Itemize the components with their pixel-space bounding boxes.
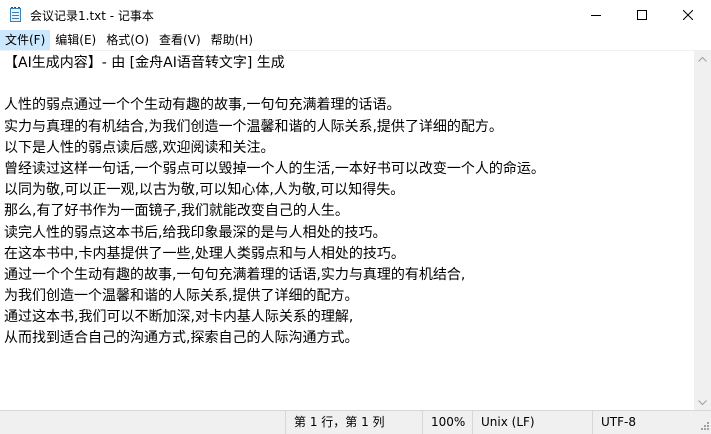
text-line: 以同为敬,可以正一观,以古为敬,可以知心体,人为敬,可以知得失。 [4,182,405,199]
document-text: 【AI生成内容】- 由 [金舟AI语音转文字] 生成 人性的弱点通过一个个生动有… [4,53,694,350]
scroll-track[interactable] [696,67,709,394]
text-line: 【AI生成内容】- 由 [金舟AI语音转文字] 生成 [4,55,285,71]
maximize-icon [637,10,647,20]
menu-view[interactable]: 查看(V) [154,30,206,50]
close-icon [683,10,693,20]
menu-file[interactable]: 文件(F) [0,30,51,50]
cursor-position: 第 1 行，第 1 列 [285,411,422,434]
minimize-icon [591,15,601,16]
close-button[interactable] [665,0,711,30]
text-line: 那么,有了好书作为一面镜子,我们就能改变自己的人生。 [4,203,349,220]
chevron-down-icon [698,399,707,405]
menu-help[interactable]: 帮助(H) [206,30,258,50]
text-line: 读完人性的弱点这本书后,给我印象最深的是与人相处的技巧。 [4,224,387,241]
text-line: 人性的弱点通过一个个生动有趣的故事,一句句充满着理的话语。 [4,97,401,114]
text-line [4,74,694,95]
text-line: 通过这本书,我们可以不断加深,对卡内基人际关系的理解, [4,309,354,326]
notepad-icon [8,7,24,23]
scroll-up-button[interactable] [694,50,711,67]
line-ending: Unix (LF) [472,411,592,434]
window-controls [573,0,711,30]
resize-grip-icon[interactable] [698,421,710,433]
text-line: 通过一个个生动有趣的故事,一句句充满着理的话语,实力与真理的有机结合, [4,266,466,283]
zoom-level: 100% [422,411,472,434]
menu-bar: 文件(F) 编辑(E) 格式(O) 查看(V) 帮助(H) [0,30,711,50]
title-bar: 会议记录1.txt - 记事本 [0,0,711,30]
encoding: UTF-8 [592,411,711,434]
menu-edit[interactable]: 编辑(E) [50,30,101,50]
chevron-up-icon [698,56,707,62]
menu-format[interactable]: 格式(O) [101,30,154,50]
status-bar: 第 1 行，第 1 列 100% Unix (LF) UTF-8 [0,410,711,434]
text-line: 实力与真理的有机结合,为我们创造一个温馨和谐的人际关系,提供了详细的配方。 [4,118,503,135]
text-line: 曾经读过这样一句话,一个弱点可以毁掉一个人的生活,一本好书可以改变一个人的命运。 [4,160,545,177]
maximize-button[interactable] [619,0,665,30]
text-editor[interactable]: 【AI生成内容】- 由 [金舟AI语音转文字] 生成 人性的弱点通过一个个生动有… [0,50,694,411]
text-line: 在这本书中,卡内基提供了一些,处理人类弱点和与人相处的技巧。 [4,245,405,262]
scroll-down-button[interactable] [694,394,711,411]
minimize-button[interactable] [573,0,619,30]
vertical-scrollbar[interactable] [694,50,711,411]
window-title: 会议记录1.txt - 记事本 [30,8,154,23]
text-line: 为我们创造一个温馨和谐的人际关系,提供了详细的配方。 [4,288,359,305]
text-line: 从而找到适合自己的沟通方式,探索自己的人际沟通方式。 [4,330,359,347]
text-line: 以下是人性的弱点读后感,欢迎阅读和关注。 [4,139,275,156]
